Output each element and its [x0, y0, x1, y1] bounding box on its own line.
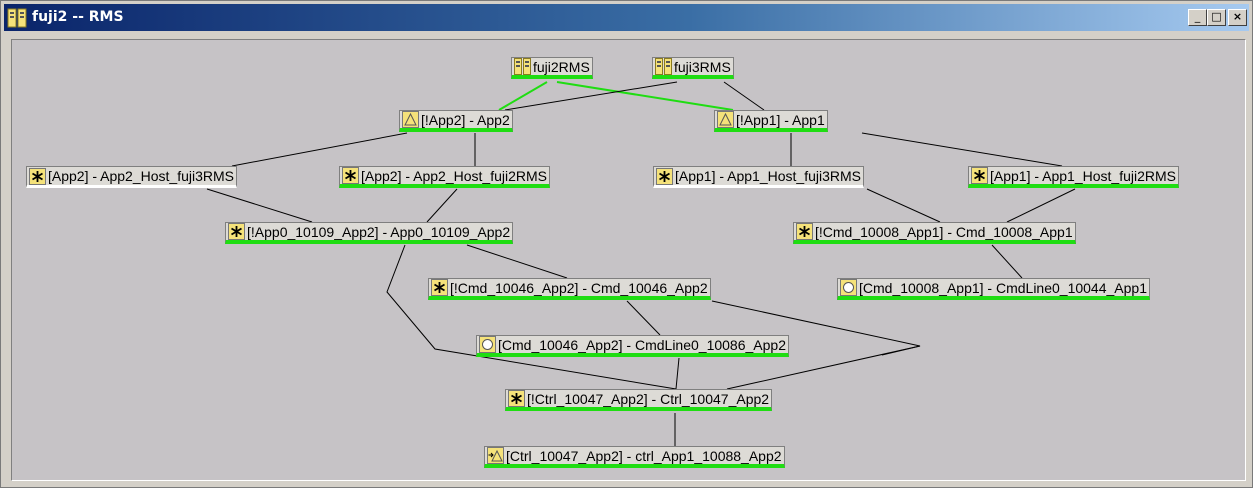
graph-edge: [1006, 188, 1076, 223]
node-cmd-10008[interactable]: [!Cmd_10008_App1] - Cmd_10008_App1: [793, 222, 1076, 244]
graph-edge: [866, 188, 941, 223]
node-label: [!App2] - App2: [421, 111, 510, 128]
node-label: [!App0_10109_App2] - App0_10109_App2: [247, 223, 511, 240]
node-label: [!App1] - App1: [736, 111, 825, 128]
node-app2[interactable]: [!App2] - App2: [399, 110, 513, 132]
gresource-icon: [796, 223, 813, 240]
graph-edge: [861, 132, 1063, 167]
node-label: [App2] - App2_Host_fuji2RMS: [361, 167, 547, 184]
rms-graph-canvas[interactable]: fuji2RMS fuji3RMS [!App2] - App2 [!App1] - …: [11, 39, 1246, 481]
cmdline-icon: [840, 279, 857, 296]
graph-edge: [498, 81, 548, 111]
gresource-icon: [29, 167, 46, 185]
node-label: [!Ctrl_10047_App2] - Ctrl_10047_App2: [527, 390, 770, 407]
gresource-icon: [342, 167, 359, 184]
gresource-icon: [431, 279, 448, 296]
userapplication-icon: [402, 111, 419, 128]
node-label: [!Cmd_10008_App1] - Cmd_10008_App1: [815, 223, 1073, 240]
node-fuji2rms[interactable]: fuji2RMS: [511, 57, 593, 79]
host-icon: [655, 58, 672, 75]
gresource-icon: [971, 167, 988, 184]
node-app1-host-fuji2[interactable]: [App1] - App1_Host_fuji2RMS: [968, 166, 1179, 188]
node-ctrl-10047[interactable]: [!Ctrl_10047_App2] - Ctrl_10047_App2: [505, 389, 773, 411]
node-label: [App1] - App1_Host_fuji2RMS: [990, 167, 1176, 184]
title-bar[interactable]: fuji2 -- RMS _ □ ×: [4, 4, 1249, 31]
gresource-icon: [508, 390, 525, 407]
controller-icon: [487, 447, 504, 464]
close-button[interactable]: ×: [1228, 9, 1247, 26]
minimize-button[interactable]: _: [1188, 9, 1207, 26]
node-app1[interactable]: [!App1] - App1: [714, 110, 828, 132]
graph-edge: [723, 81, 765, 111]
node-app2-host-fuji3[interactable]: [App2] - App2_Host_fuji3RMS: [26, 166, 237, 188]
userapplication-icon: [717, 111, 734, 128]
node-cmdline-10086[interactable]: [Cmd_10046_App2] - CmdLine0_10086_App2: [476, 335, 789, 357]
gresource-icon: [656, 167, 673, 185]
graph-edge: [675, 357, 680, 390]
rms-host-icon: [7, 8, 27, 28]
graph-edges: [206, 81, 1076, 446]
gresource-icon: [228, 223, 245, 240]
node-label: [Cmd_10046_App2] - CmdLine0_10086_App2: [498, 336, 786, 353]
node-cmdline-10044[interactable]: [Cmd_10008_App1] - CmdLine0_10044_App1: [837, 278, 1150, 300]
node-label: fuji2RMS: [533, 58, 590, 75]
graph-edge: [466, 244, 568, 279]
node-ctrl-app1-10088[interactable]: [Ctrl_10047_App2] - ctrl_App1_10088_App2: [484, 446, 785, 468]
node-label: [Cmd_10008_App1] - CmdLine0_10044_App1: [859, 279, 1147, 296]
node-app0-10109[interactable]: [!App0_10109_App2] - App0_10109_App2: [225, 222, 514, 244]
node-label: fuji3RMS: [674, 58, 731, 75]
node-label: [!Cmd_10046_App2] - Cmd_10046_App2: [450, 279, 708, 296]
graph-edge: [626, 300, 661, 336]
graph-edge: [881, 345, 921, 356]
cmdline-icon: [479, 336, 496, 353]
node-label: [Ctrl_10047_App2] - ctrl_App1_10088_App2: [506, 447, 782, 464]
graph-edge: [206, 188, 313, 223]
maximize-button[interactable]: □: [1207, 9, 1226, 26]
node-fuji3rms[interactable]: fuji3RMS: [652, 57, 734, 79]
rms-window: fuji2 -- RMS _ □ × fuji2RMS fuji3RMS [!A…: [0, 0, 1253, 488]
window-title: fuji2 -- RMS: [32, 9, 124, 25]
node-app2-host-fuji2[interactable]: [App2] - App2_Host_fuji2RMS: [339, 166, 550, 188]
host-icon: [514, 58, 531, 75]
node-label: [App1] - App1_Host_fuji3RMS: [675, 168, 861, 184]
graph-edge: [426, 188, 458, 223]
node-label: [App2] - App2_Host_fuji3RMS: [48, 168, 234, 184]
graph-edge: [556, 81, 734, 111]
node-cmd-10046[interactable]: [!Cmd_10046_App2] - Cmd_10046_App2: [428, 278, 711, 300]
graph-edge: [231, 132, 408, 167]
graph-edge: [991, 244, 1023, 279]
node-app1-host-fuji3[interactable]: [App1] - App1_Host_fuji3RMS: [653, 166, 864, 188]
